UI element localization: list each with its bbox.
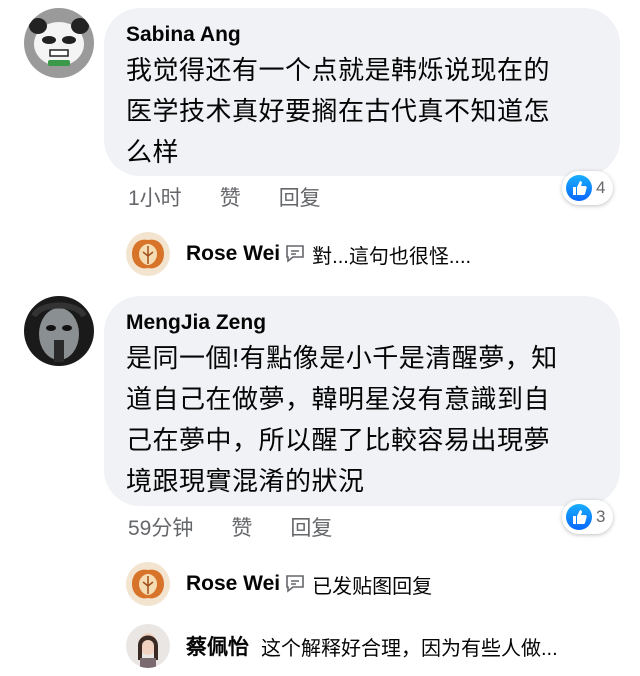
- comment-author[interactable]: MengJia Zeng: [126, 308, 598, 338]
- reply-button[interactable]: 回复: [290, 512, 332, 542]
- reply-preview-3[interactable]: 蔡佩怡 这个解释好合理，因为有些人做...: [126, 624, 558, 668]
- avatar-mengjia[interactable]: [24, 296, 94, 366]
- comment-timestamp: 59分钟: [128, 517, 194, 540]
- reply-snippet: 對...這句也很怪....: [312, 245, 472, 268]
- reply-button[interactable]: 回复: [279, 182, 321, 212]
- reply-snippet: 这个解释好合理，因为有些人做...: [261, 637, 558, 660]
- like-icon: [566, 504, 592, 530]
- comment-bubble-1: Sabina Ang 我觉得还有一个点就是韩烁说现在的 医学技术真好要搁在古代真…: [104, 8, 620, 176]
- reaction-count: 4: [596, 178, 606, 197]
- like-button[interactable]: 赞: [231, 512, 252, 542]
- like-icon: [566, 175, 592, 201]
- comment-actions-2: 59分钟 赞 回复: [128, 512, 332, 542]
- reply-snippet: 已发贴图回复: [312, 575, 433, 598]
- comment-bubble-2: MengJia Zeng 是同一個!有點像是小千是清醒夢，知 道自己在做夢，韓明…: [104, 296, 620, 506]
- avatar-rose: [126, 232, 170, 276]
- avatar-rose: [126, 562, 170, 606]
- reply-author: 蔡佩怡: [186, 636, 249, 659]
- reply-preview-1[interactable]: Rose Wei 對...這句也很怪....: [126, 232, 471, 276]
- comment-text-line: 医学技术真好要搁在古代真不知道怎: [126, 96, 551, 126]
- reaction-count: 3: [596, 507, 606, 526]
- comment-actions-1: 1小时 赞 回复: [128, 182, 321, 212]
- reply-icon: [284, 574, 306, 594]
- comment-timestamp: 1小时: [128, 187, 182, 210]
- reaction-badge-1[interactable]: 4: [562, 171, 614, 205]
- reply-author: Rose Wei: [186, 242, 281, 265]
- avatar-sabina[interactable]: [24, 8, 94, 78]
- avatar-cai: [126, 624, 170, 668]
- reply-icon: [284, 244, 306, 264]
- reaction-badge-2[interactable]: 3: [562, 500, 614, 534]
- comment-text-line: 么样: [126, 137, 180, 167]
- comment-text-line: 己在夢中，所以醒了比較容易出現夢: [126, 425, 551, 455]
- comment-author[interactable]: Sabina Ang: [126, 20, 598, 50]
- comment-text-line: 是同一個!有點像是小千是清醒夢，知: [126, 343, 558, 373]
- reply-author: Rose Wei: [186, 572, 281, 595]
- comment-text-line: 道自己在做夢，韓明星沒有意識到自: [126, 384, 551, 414]
- like-button[interactable]: 赞: [220, 182, 241, 212]
- comment-text-line: 我觉得还有一个点就是韩烁说现在的: [126, 55, 551, 85]
- reply-preview-2[interactable]: Rose Wei 已发贴图回复: [126, 562, 432, 606]
- comment-text-line: 境跟現實混淆的狀況: [126, 466, 365, 496]
